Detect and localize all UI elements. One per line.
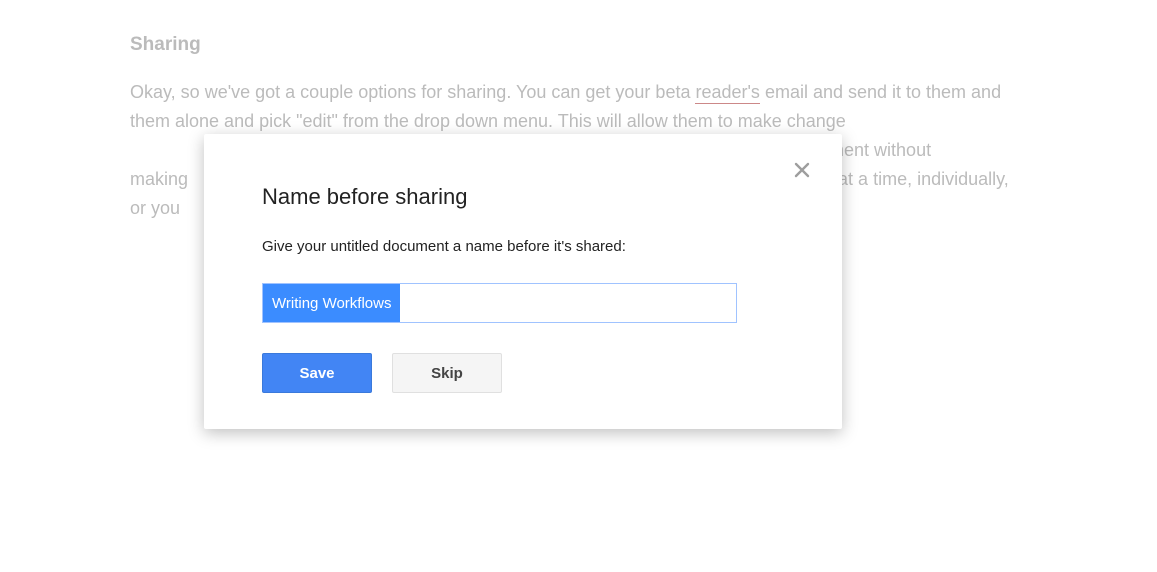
save-button[interactable]: Save: [262, 353, 372, 393]
bg-frag-l2: making: [130, 169, 188, 189]
close-icon[interactable]: [790, 158, 814, 182]
spellcheck-underline: reader's: [695, 82, 759, 104]
dialog-title: Name before sharing: [262, 184, 784, 210]
section-heading: Sharing: [130, 30, 1030, 60]
dialog-button-row: Save Skip: [262, 353, 784, 393]
document-name-field-wrapper: Writing Workflows: [262, 283, 784, 323]
document-name-input[interactable]: [262, 283, 737, 323]
bg-frag-l3: or you: [130, 198, 180, 218]
dialog-instruction: Give your untitled document a name befor…: [262, 238, 784, 255]
name-before-sharing-dialog: Name before sharing Give your untitled d…: [204, 134, 842, 429]
bg-text-before: Okay, so we've got a couple options for …: [130, 82, 695, 102]
bg-frag-r2: at a time, individually,: [833, 169, 1009, 189]
skip-button[interactable]: Skip: [392, 353, 502, 393]
